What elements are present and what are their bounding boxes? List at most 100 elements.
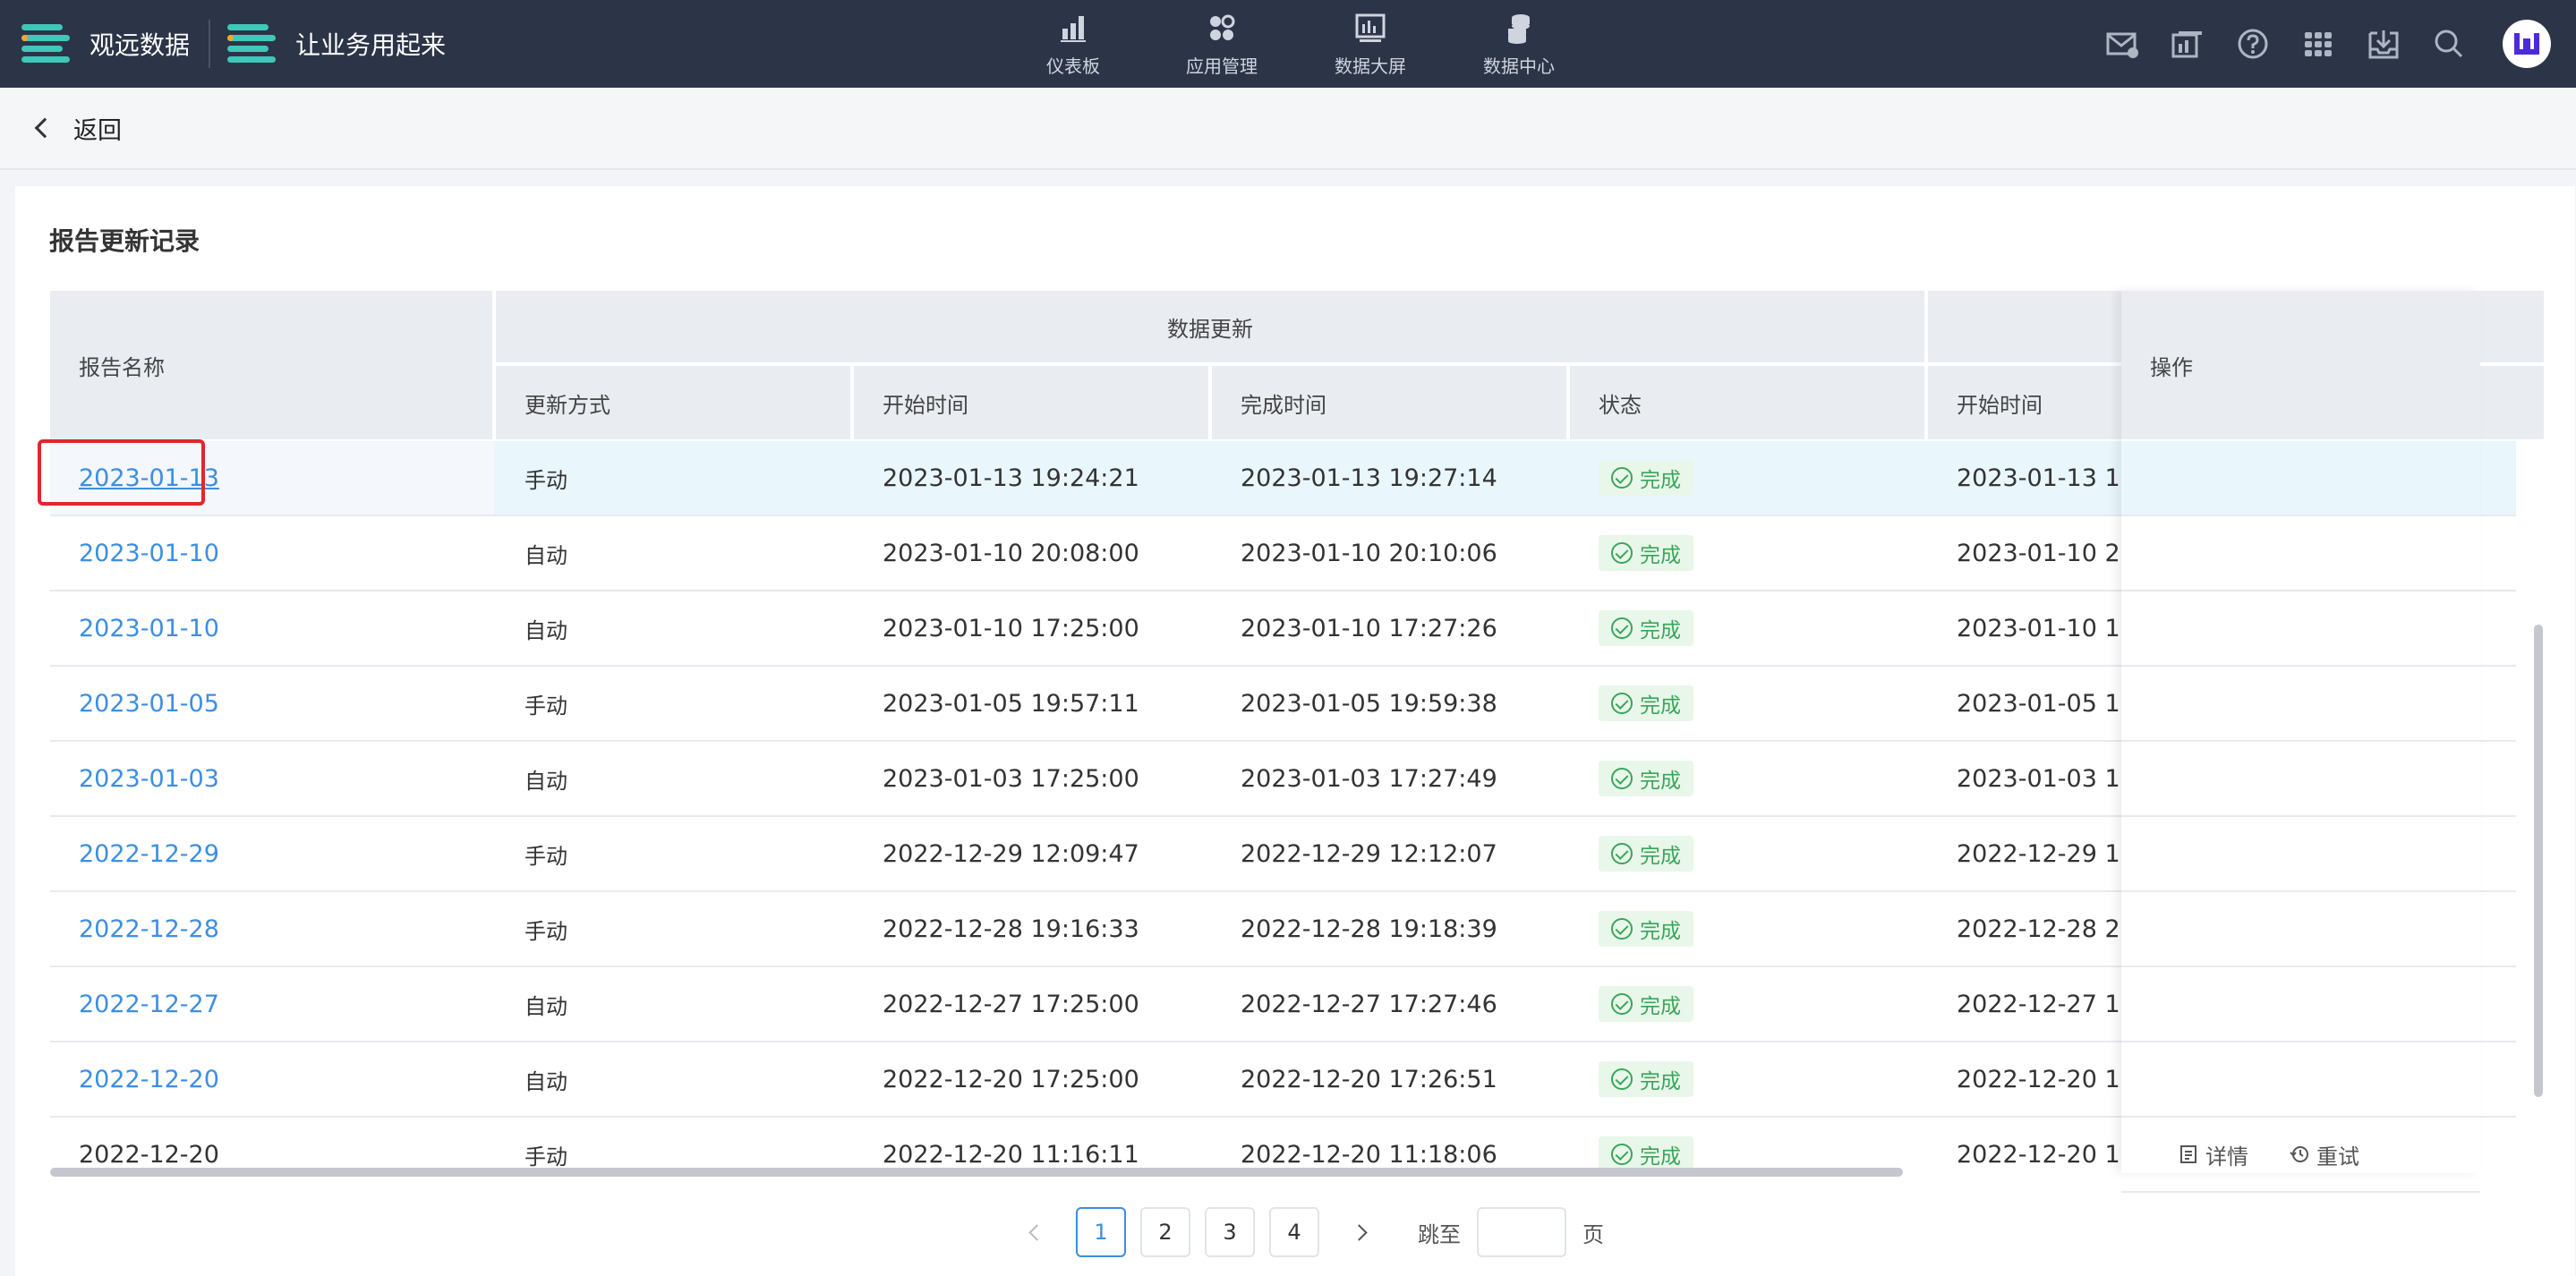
content-panel: 报告更新记录 报告名称 数据更新 更新方式 开始时间 完成时间 状态 开始时间 … bbox=[15, 186, 2575, 1276]
status-badge: 完成 bbox=[1599, 685, 1693, 721]
check-circle-icon bbox=[1611, 918, 1633, 940]
retry-label: 重试 bbox=[2316, 1144, 2359, 1170]
page-button-3[interactable]: 3 bbox=[1205, 1207, 1255, 1257]
nav-data-screen[interactable]: 数据大屏 bbox=[1296, 0, 1445, 88]
status-cell: 完成 bbox=[1570, 892, 1926, 966]
detail-button[interactable]: 详情 bbox=[2179, 1139, 2248, 1170]
end-time-cell: 2023-01-10 17:27:26 bbox=[1241, 614, 1497, 642]
col-header-report-name: 报告名称 bbox=[50, 291, 494, 439]
search-icon[interactable] bbox=[2431, 26, 2467, 62]
grid-menu-icon[interactable] bbox=[2300, 26, 2336, 62]
jump-to-label: 跳至 bbox=[1418, 1221, 1461, 1247]
status-label: 完成 bbox=[1640, 1145, 1681, 1169]
end-time-cell: 2023-01-13 19:27:14 bbox=[1241, 464, 1497, 492]
operations-row bbox=[2121, 1042, 2480, 1118]
status-cell: 完成 bbox=[1570, 817, 1926, 890]
pagination: 1 2 3 4 跳至 页 bbox=[1004, 1207, 1604, 1257]
nav-app-management-label: 应用管理 bbox=[1186, 55, 1258, 77]
end-time-cell: 2023-01-05 19:59:38 bbox=[1241, 689, 1497, 718]
operations-row bbox=[2121, 892, 2480, 967]
top-navigation-bar: 观远数据 让业务用起来 仪表板 应用管理 数据大屏 数据中心 bbox=[0, 0, 2576, 88]
chevron-left-icon bbox=[1028, 1223, 1045, 1241]
report-name-link[interactable]: 2023-01-13 bbox=[50, 441, 494, 515]
status-cell: 完成 bbox=[1570, 1118, 1926, 1173]
vertical-scrollbar[interactable] bbox=[2534, 625, 2543, 1097]
workspace-logo-icon bbox=[227, 20, 276, 68]
status-label: 完成 bbox=[1640, 1070, 1681, 1093]
end-time-cell: 2022-12-29 12:12:07 bbox=[1241, 839, 1497, 868]
report-icon[interactable] bbox=[2170, 26, 2205, 62]
prev-page-button[interactable] bbox=[1011, 1207, 1062, 1257]
status-badge: 完成 bbox=[1599, 1061, 1693, 1097]
check-circle-icon bbox=[1611, 1068, 1633, 1090]
check-circle-icon bbox=[1611, 843, 1633, 864]
report-name-link[interactable]: 2023-01-10 bbox=[50, 591, 494, 665]
nav-data-screen-label: 数据大屏 bbox=[1335, 55, 1406, 77]
help-icon[interactable] bbox=[2235, 26, 2271, 62]
mail-icon[interactable] bbox=[2104, 26, 2140, 62]
check-circle-icon bbox=[1611, 993, 1633, 1015]
update-method-cell: 自动 bbox=[525, 768, 567, 794]
start-time-cell: 2022-12-20 11:16:11 bbox=[883, 1140, 1139, 1169]
status-label: 完成 bbox=[1640, 845, 1681, 868]
report-name-link[interactable]: 2022-12-20 bbox=[50, 1042, 494, 1116]
report-name-link[interactable]: 2022-12-28 bbox=[50, 892, 494, 966]
check-circle-icon bbox=[1611, 693, 1633, 714]
screen-icon bbox=[1355, 13, 1386, 42]
col-header-end-time: 完成时间 bbox=[1212, 366, 1568, 439]
page-title: 报告更新记录 bbox=[49, 226, 200, 256]
nav-data-center[interactable]: 数据中心 bbox=[1445, 0, 1593, 88]
status-badge: 完成 bbox=[1599, 986, 1693, 1022]
brand[interactable]: 观远数据 bbox=[21, 0, 190, 88]
report-name-link[interactable]: 2023-01-05 bbox=[50, 667, 494, 740]
nav-app-management[interactable]: 应用管理 bbox=[1147, 0, 1296, 88]
start-time-cell: 2022-12-29 12:09:47 bbox=[883, 839, 1139, 868]
update-method-cell: 手动 bbox=[525, 467, 567, 493]
nav-dashboard[interactable]: 仪表板 bbox=[999, 0, 1147, 88]
page-button-2[interactable]: 2 bbox=[1140, 1207, 1190, 1257]
update-method-cell: 手动 bbox=[525, 843, 567, 869]
page-button-1[interactable]: 1 bbox=[1076, 1207, 1126, 1257]
status-badge: 完成 bbox=[1599, 460, 1693, 496]
check-circle-icon bbox=[1611, 617, 1633, 639]
end-time-cell: 2023-01-10 20:10:06 bbox=[1241, 539, 1497, 567]
update-method-cell: 自动 bbox=[525, 1068, 567, 1094]
update-method-cell: 手动 bbox=[525, 693, 567, 719]
operations-row bbox=[2121, 591, 2480, 667]
back-link[interactable]: 返回 bbox=[73, 111, 122, 146]
report-name-link[interactable]: 2022-12-29 bbox=[50, 817, 494, 890]
operations-row bbox=[2121, 516, 2480, 591]
update-method-cell: 自动 bbox=[525, 617, 567, 643]
start-time-cell: 2023-01-10 17:25:00 bbox=[883, 614, 1139, 642]
report-name-link[interactable]: 2022-12-27 bbox=[50, 967, 494, 1041]
status-label: 完成 bbox=[1640, 469, 1681, 492]
user-logo-icon bbox=[2514, 33, 2539, 55]
main-nav: 仪表板 应用管理 数据大屏 数据中心 bbox=[999, 0, 1593, 88]
retry-button[interactable]: 重试 bbox=[2290, 1139, 2359, 1170]
report-name-cell: 2022-12-20 bbox=[79, 1140, 219, 1169]
report-name-link[interactable]: 2023-01-10 bbox=[50, 516, 494, 590]
avatar[interactable] bbox=[2503, 20, 2551, 68]
next-page-button[interactable] bbox=[1334, 1207, 1384, 1257]
page-button-4[interactable]: 4 bbox=[1269, 1207, 1319, 1257]
apps-grid-icon bbox=[1210, 14, 1235, 40]
horizontal-scrollbar[interactable] bbox=[50, 1168, 1903, 1177]
update-method-cell: 自动 bbox=[525, 993, 567, 1019]
detail-label: 详情 bbox=[2205, 1144, 2248, 1170]
col-header-start-time: 开始时间 bbox=[854, 366, 1210, 439]
workspace-switcher[interactable]: 让业务用起来 bbox=[227, 0, 446, 88]
status-label: 完成 bbox=[1640, 619, 1681, 642]
start-time-cell: 2023-01-05 19:57:11 bbox=[883, 689, 1139, 718]
update-method-cell: 手动 bbox=[525, 1144, 567, 1170]
status-cell: 完成 bbox=[1570, 667, 1926, 740]
report-name-link[interactable]: 2023-01-03 bbox=[50, 742, 494, 815]
start-time-cell: 2023-01-13 19:24:21 bbox=[883, 464, 1139, 492]
jump-to-page-input[interactable] bbox=[1477, 1207, 1566, 1257]
status-label: 完成 bbox=[1640, 995, 1681, 1018]
operations-row bbox=[2121, 667, 2480, 742]
status-label: 完成 bbox=[1640, 694, 1681, 718]
download-icon[interactable] bbox=[2366, 26, 2401, 62]
end-time-cell: 2022-12-27 17:27:46 bbox=[1241, 990, 1497, 1018]
chevron-left-icon[interactable] bbox=[34, 117, 55, 139]
bar-chart-icon bbox=[1061, 15, 1086, 42]
